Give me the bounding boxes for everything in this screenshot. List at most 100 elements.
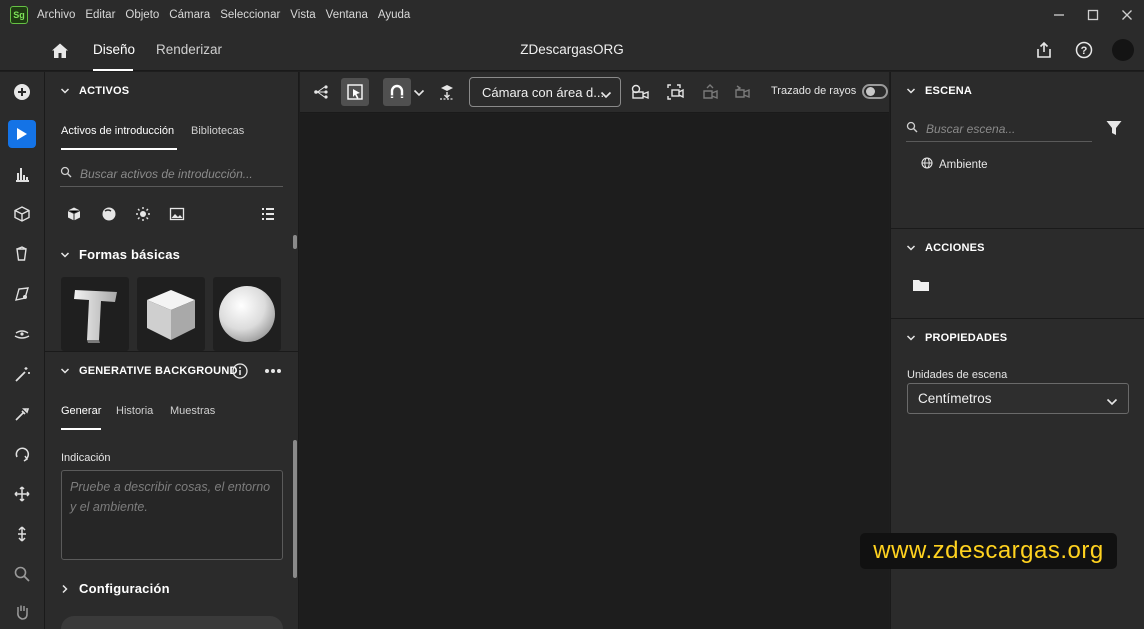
scene-units-select[interactable]: Centímetros (907, 383, 1129, 414)
basic-shapes-header[interactable]: Formas básicas (60, 247, 180, 262)
drop-to-ground-icon[interactable] (433, 78, 461, 106)
assets-search-input[interactable]: Buscar activos de introducción... (60, 161, 283, 187)
menu-ventana[interactable]: Ventana (326, 9, 368, 21)
camera-history-icon[interactable] (729, 78, 757, 106)
chevron-down-icon (60, 250, 70, 260)
close-icon[interactable] (1120, 8, 1134, 22)
horizon-icon[interactable] (8, 320, 36, 348)
properties-section-title: PROPIEDADES (925, 332, 1008, 344)
prompt-textarea[interactable]: Pruebe a describir cosas, el entorno y e… (61, 470, 283, 560)
raytracing-toggle[interactable] (862, 84, 888, 99)
info-icon[interactable] (232, 363, 248, 379)
eyedropper-icon[interactable] (8, 400, 36, 428)
help-icon[interactable]: ? (1074, 40, 1094, 60)
share-icon[interactable] (1034, 40, 1054, 60)
scene-graph-icon[interactable] (307, 78, 335, 106)
assets-section-header[interactable]: ACTIVOS (60, 85, 129, 97)
camera-select-icon[interactable] (8, 280, 36, 308)
viewport-canvas[interactable] (300, 114, 889, 629)
search-icon (60, 166, 72, 181)
tab-intro-assets[interactable]: Activos de introducción (61, 125, 174, 137)
scene-search-input[interactable]: Buscar escena... (906, 116, 1092, 142)
scene-item-label: Ambiente (939, 158, 988, 171)
svg-text:?: ? (1081, 45, 1088, 57)
menu-ayuda[interactable]: Ayuda (378, 9, 410, 21)
avatar[interactable] (1112, 39, 1134, 61)
home-icon[interactable] (50, 41, 70, 61)
menu-vista[interactable]: Vista (290, 9, 315, 21)
generative-scrollbar[interactable] (293, 440, 297, 578)
pan-icon[interactable] (8, 480, 36, 508)
scene-units-value: Centímetros (918, 391, 992, 406)
chevron-down-icon (906, 333, 916, 343)
list-view-icon[interactable] (259, 205, 277, 223)
assets-scrollbar[interactable] (293, 235, 297, 249)
chart-tool-icon[interactable] (8, 160, 36, 188)
dolly-icon[interactable] (8, 520, 36, 548)
select-icon[interactable] (8, 120, 36, 148)
minimize-icon[interactable] (1052, 8, 1066, 22)
menu-archivo[interactable]: Archivo (37, 9, 75, 21)
properties-section-header[interactable]: PROPIEDADES (906, 332, 1007, 344)
menu-seleccionar[interactable]: Seleccionar (220, 9, 280, 21)
panel-divider (45, 351, 299, 352)
panel-divider (891, 318, 1144, 319)
configuration-header[interactable]: Configuración (60, 581, 170, 596)
magnet-icon[interactable] (383, 78, 411, 106)
configuration-title: Configuración (79, 581, 170, 596)
more-options-icon[interactable] (263, 363, 283, 379)
cube-shape[interactable] (137, 277, 205, 351)
orbit-icon[interactable] (8, 440, 36, 468)
tab-generar[interactable]: Generar (61, 405, 101, 417)
material-icon[interactable] (100, 205, 118, 223)
add-icon[interactable] (8, 78, 36, 106)
assets-search-placeholder: Buscar activos de introducción... (80, 166, 253, 181)
tab-libraries[interactable]: Bibliotecas (191, 125, 244, 137)
menu-camara[interactable]: Cámara (169, 9, 210, 21)
hand-icon[interactable] (8, 598, 36, 626)
watermark: www.zdescargas.org (860, 533, 1117, 569)
chevron-down-icon (600, 88, 612, 103)
folder-icon[interactable] (912, 277, 930, 293)
bucket-icon[interactable] (8, 240, 36, 268)
scene-item-ambiente[interactable]: Ambiente (921, 157, 988, 172)
actions-section-header[interactable]: ACCIONES (906, 242, 985, 254)
tab-historia[interactable]: Historia (116, 405, 153, 417)
cube-icon[interactable] (8, 200, 36, 228)
app-logo: Sg (10, 6, 28, 24)
text-shape[interactable] (61, 277, 129, 351)
image-icon[interactable] (168, 205, 186, 223)
tab-muestras[interactable]: Muestras (170, 405, 215, 417)
toggle-knob (866, 87, 875, 96)
chevron-right-icon (60, 584, 70, 594)
light-icon[interactable] (134, 205, 152, 223)
scene-search-placeholder: Buscar escena... (926, 121, 1016, 136)
header-bar: Diseño Renderizar ZDescargasORG ? (0, 30, 1144, 71)
zoom-icon[interactable] (8, 560, 36, 588)
camera-select[interactable]: Cámara con área d... (469, 77, 621, 107)
model-icon[interactable] (65, 205, 83, 223)
active-subtab-indicator (61, 428, 101, 430)
tab-diseno[interactable]: Diseño (93, 42, 135, 57)
camera-bookmark-icon[interactable] (697, 78, 725, 106)
raytracing-label: Trazado de rayos (771, 85, 857, 97)
add-camera-icon[interactable] (626, 78, 654, 106)
menu-editar[interactable]: Editar (85, 9, 115, 21)
frame-select-icon[interactable] (341, 78, 369, 106)
fit-camera-icon[interactable] (662, 78, 690, 106)
active-tab-indicator (93, 69, 133, 71)
generate-button[interactable] (61, 616, 283, 629)
magic-wand-icon[interactable] (8, 360, 36, 388)
prompt-label: Indicación (61, 452, 111, 464)
active-subtab-indicator (61, 148, 177, 150)
generative-section-title: GENERATIVE BACKGROUND (79, 365, 238, 377)
scene-section-header[interactable]: ESCENA (906, 85, 972, 97)
tab-renderizar[interactable]: Renderizar (156, 42, 222, 57)
search-icon (906, 121, 918, 136)
chevron-down-icon[interactable] (413, 87, 425, 97)
menu-objeto[interactable]: Objeto (125, 9, 159, 21)
generative-section-header[interactable]: GENERATIVE BACKGROUND (60, 365, 238, 377)
sphere-shape[interactable] (213, 277, 281, 351)
maximize-icon[interactable] (1086, 8, 1100, 22)
filter-icon[interactable] (1105, 119, 1123, 137)
